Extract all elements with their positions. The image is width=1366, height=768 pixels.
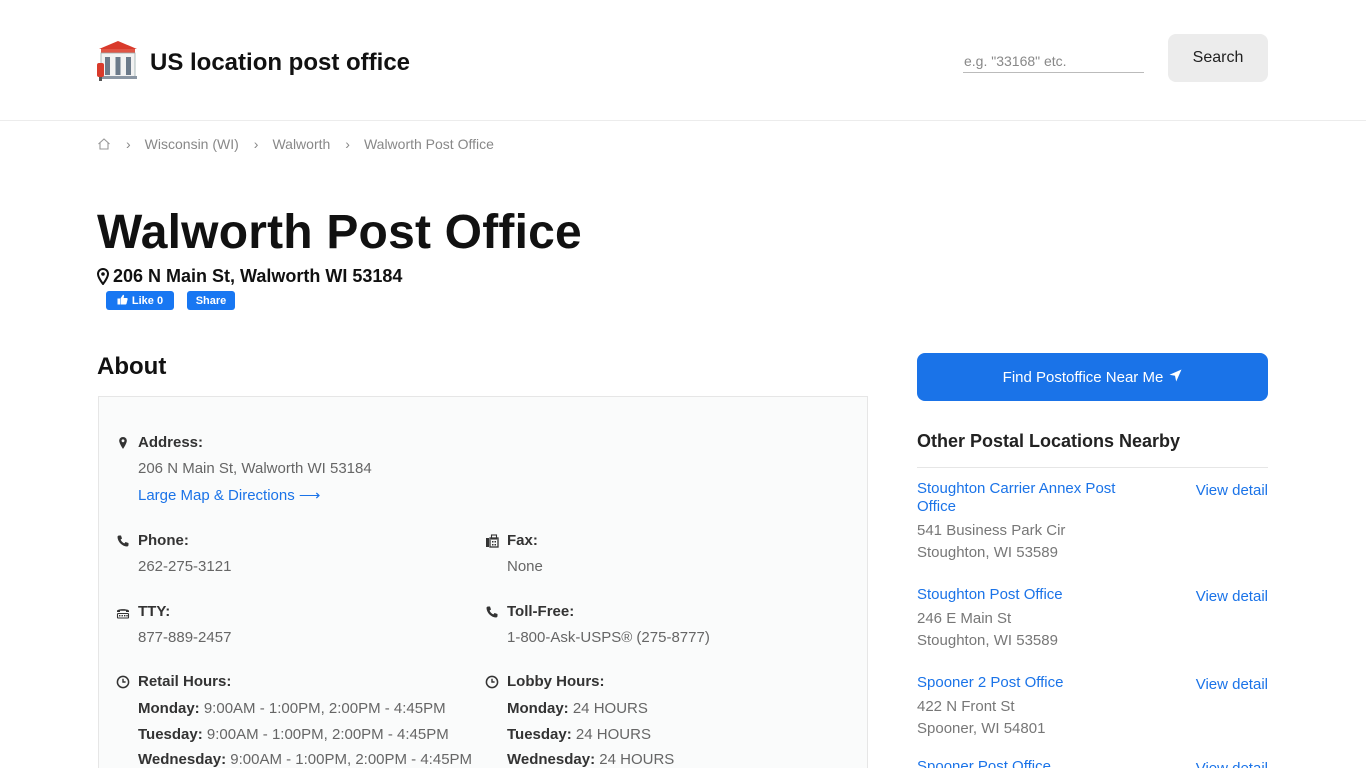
retail-hours-field: Retail Hours: Monday: 9:00AM - 1:00PM, 2… xyxy=(116,673,472,768)
site-header: US location post office Search xyxy=(0,0,1366,121)
lobby-hours-row: Monday: 24 HOURS xyxy=(507,700,648,717)
clock-icon xyxy=(116,675,130,689)
list-item: Stoughton Carrier Annex Post Office View… xyxy=(917,480,1268,564)
post-office-building-icon[interactable] xyxy=(97,39,139,81)
breadcrumb-state[interactable]: Wisconsin (WI) xyxy=(145,136,239,152)
facebook-share-button[interactable]: Share xyxy=(187,291,235,310)
find-button-label: Find Postoffice Near Me xyxy=(1002,368,1164,386)
nearby-location-link[interactable]: Spooner Post Office xyxy=(917,758,1132,768)
page-address-text: 206 N Main St, Walworth WI 53184 xyxy=(113,266,403,286)
lobby-hours-label: Lobby Hours: xyxy=(507,673,605,690)
page-title: Walworth Post Office xyxy=(97,206,582,259)
phone-label: Phone: xyxy=(138,532,189,549)
nearby-location-link[interactable]: Stoughton Post Office xyxy=(917,586,1132,604)
address-field: Address: 206 N Main St, Walworth WI 5318… xyxy=(116,434,372,504)
chevron-right-icon: › xyxy=(345,136,350,152)
nearby-address-line: Stoughton, WI 53589 xyxy=(917,544,1058,561)
tty-value[interactable]: 877-889-2457 xyxy=(138,629,231,646)
breadcrumb-current: Walworth Post Office xyxy=(363,136,494,152)
nearby-address-line: 246 E Main St xyxy=(917,610,1012,627)
phone-icon xyxy=(485,605,499,619)
list-item: Stoughton Post Office View detail 246 E … xyxy=(917,586,1268,652)
retail-hours-row: Monday: 9:00AM - 1:00PM, 2:00PM - 4:45PM xyxy=(138,700,446,717)
list-item: Spooner Post Office View detail xyxy=(917,758,1268,768)
search-button[interactable]: Search xyxy=(1168,34,1268,82)
find-postoffice-near-me-button[interactable]: Find Postoffice Near Me xyxy=(917,353,1268,401)
tty-label: TTY: xyxy=(138,603,171,620)
retail-hours-row: Wednesday: 9:00AM - 1:00PM, 2:00PM - 4:4… xyxy=(138,751,473,768)
nearby-address-line: 422 N Front St xyxy=(917,698,1015,715)
list-item: Spooner 2 Post Office View detail 422 N … xyxy=(917,674,1268,740)
divider xyxy=(917,467,1268,468)
phone-icon xyxy=(116,534,130,548)
nearby-location-link[interactable]: Spooner 2 Post Office xyxy=(917,674,1132,692)
fax-icon xyxy=(485,533,499,548)
nearby-address-line: Spooner, WI 54801 xyxy=(917,720,1046,737)
view-detail-link[interactable]: View detail xyxy=(1196,760,1268,768)
chevron-right-icon: › xyxy=(126,136,131,152)
about-card: Address: 206 N Main St, Walworth WI 5318… xyxy=(98,396,868,768)
fax-value: None xyxy=(507,558,543,575)
site-title[interactable]: US location post office xyxy=(150,49,410,77)
lobby-hours-field: Lobby Hours: Monday: 24 HOURS Tuesday: 2… xyxy=(485,673,674,768)
nearby-address-line: 541 Business Park Cir xyxy=(917,522,1066,539)
tty-field: TTY: 877-889-2457 xyxy=(116,603,231,646)
nearby-location-link[interactable]: Stoughton Carrier Annex Post Office xyxy=(917,480,1132,516)
tollfree-label: Toll-Free: xyxy=(507,603,575,620)
nearby-address-line: Stoughton, WI 53589 xyxy=(917,632,1058,649)
phone-value[interactable]: 262-275-3121 xyxy=(138,558,231,575)
view-detail-link[interactable]: View detail xyxy=(1196,676,1268,693)
lobby-hours-row: Tuesday: 24 HOURS xyxy=(507,725,651,743)
clock-icon xyxy=(485,675,499,689)
thumbs-up-icon xyxy=(117,294,128,308)
view-detail-link[interactable]: View detail xyxy=(1196,482,1268,499)
chevron-right-icon: › xyxy=(253,136,259,152)
retail-hours-row: Tuesday: 9:00AM - 1:00PM, 2:00PM - 4:45P… xyxy=(138,725,449,743)
fax-field: Fax: None xyxy=(485,532,543,575)
map-pin-icon xyxy=(116,436,130,450)
facebook-like-button[interactable]: Like 0 xyxy=(106,291,174,310)
tollfree-field: Toll-Free: 1-800-Ask-USPS® (275-8777) xyxy=(485,603,710,646)
search-input[interactable] xyxy=(963,49,1144,73)
tollfree-value[interactable]: 1-800-Ask-USPS® (275-8777) xyxy=(507,629,710,646)
view-detail-link[interactable]: View detail xyxy=(1196,588,1268,605)
home-icon[interactable] xyxy=(97,137,111,151)
nearby-heading: Other Postal Locations Nearby xyxy=(917,431,1181,451)
map-directions-link[interactable]: Large Map & Directions ⟶ xyxy=(138,486,372,504)
fax-label: Fax: xyxy=(507,532,538,549)
map-pin-icon xyxy=(96,267,110,286)
address-value: 206 N Main St, Walworth WI 53184 xyxy=(138,460,372,477)
retail-hours-label: Retail Hours: xyxy=(138,673,232,690)
page-address: 206 N Main St, Walworth WI 53184 xyxy=(96,266,403,287)
tty-icon xyxy=(116,605,130,619)
facebook-like-label: Like 0 xyxy=(131,294,164,307)
lobby-hours-row: Wednesday: 24 HOURS xyxy=(507,751,675,768)
breadcrumb-city[interactable]: Walworth xyxy=(272,136,330,152)
address-label: Address: xyxy=(138,434,204,451)
breadcrumb: › Wisconsin (WI) › Walworth › Walworth P… xyxy=(97,135,494,153)
phone-field: Phone: 262-275-3121 xyxy=(116,532,231,575)
about-heading: About xyxy=(97,353,167,380)
location-arrow-icon xyxy=(1169,369,1182,386)
